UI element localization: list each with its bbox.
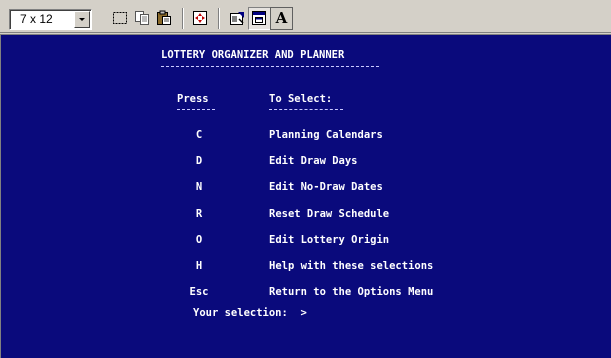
paste-icon [157, 10, 171, 25]
page-title: LOTTERY ORGANIZER AND PLANNER [161, 49, 345, 61]
properties-icon [230, 12, 244, 25]
background-icon [252, 11, 266, 25]
menu-item-edit-no-draw-dates: Edit No-Draw Dates [269, 181, 383, 193]
menu-key-r: R [195, 208, 203, 220]
font-icon: A [270, 7, 293, 30]
chevron-down-icon[interactable] [74, 11, 90, 28]
menu-key-esc: Esc [189, 286, 209, 298]
toolbar-separator [182, 8, 184, 29]
title-underline [161, 66, 379, 68]
menu-item-reset-draw-schedule: Reset Draw Schedule [269, 208, 390, 220]
mark-icon [113, 12, 127, 24]
fullscreen-icon [193, 11, 207, 25]
menu-item-planning-calendars: Planning Calendars [269, 129, 383, 141]
menu-key-n: N [195, 181, 203, 193]
font-button[interactable]: A [270, 7, 293, 30]
selection-prompt[interactable]: Your selection: > [193, 307, 307, 319]
menu-item-help: Help with these selections [269, 260, 434, 272]
fullscreen-button[interactable] [189, 7, 212, 30]
menu-key-d: D [195, 155, 203, 167]
menu-key-c: C [195, 129, 203, 141]
column-header-press: Press [177, 93, 209, 105]
copy-icon [135, 11, 149, 25]
menu-item-edit-draw-days: Edit Draw Days [269, 155, 358, 167]
font-size-value: 7 x 12 [20, 12, 53, 26]
copy-button[interactable] [131, 7, 154, 30]
console-window[interactable]: LOTTERY ORGANIZER AND PLANNER Press To S… [0, 34, 611, 358]
menu-key-h: H [195, 260, 203, 272]
properties-button[interactable] [226, 7, 249, 30]
background-button[interactable] [248, 7, 271, 30]
toolbar: 7 x 12 A [0, 0, 611, 33]
paste-button[interactable] [153, 7, 176, 30]
menu-item-return-options: Return to the Options Menu [269, 286, 434, 298]
menu-item-edit-lottery-origin: Edit Lottery Origin [269, 234, 390, 246]
column-underline-press [177, 109, 215, 111]
column-underline-select [269, 109, 343, 111]
column-header-select: To Select: [269, 93, 333, 105]
font-size-select[interactable]: 7 x 12 [9, 9, 92, 30]
mark-button[interactable] [109, 7, 132, 30]
toolbar-separator [218, 8, 220, 29]
menu-key-o: O [195, 234, 203, 246]
